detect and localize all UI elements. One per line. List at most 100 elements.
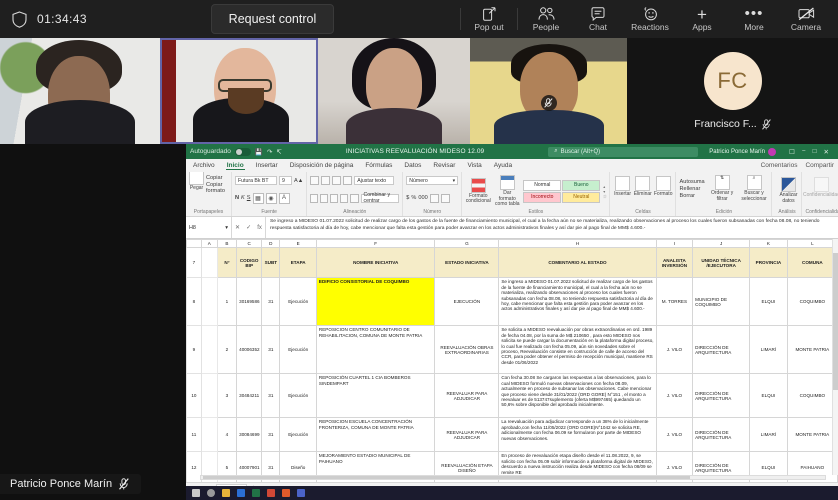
align-middle-icon[interactable] (321, 176, 330, 185)
column-header-G[interactable]: G (435, 240, 499, 248)
style-bueno[interactable]: Bueno (562, 180, 600, 191)
cell-n[interactable]: 2 (217, 326, 236, 374)
style-incorrecto[interactable]: Incorrecto (523, 192, 561, 203)
column-header-F[interactable]: F (316, 240, 435, 248)
row-header-11[interactable]: 11 (187, 418, 202, 452)
teams-taskbar-icon[interactable] (297, 489, 305, 497)
cell-analista[interactable]: M. TORRES (656, 278, 692, 326)
video-tile-participant-3[interactable] (318, 38, 470, 144)
header-analista-inversion[interactable]: ANALISTA INVERSIÓN (656, 248, 692, 278)
chat-button[interactable]: Chat (572, 0, 624, 38)
spreadsheet-grid[interactable]: A B C D E F G H I J K L 7 N° C (186, 239, 838, 482)
cell-nombre-iniciativa[interactable]: EDIFICIO CONSISTORIAL DE COQUIMBO (316, 278, 435, 326)
header-estado-iniciativa[interactable]: ESTADO INICIATIVA (435, 248, 499, 278)
cell-n[interactable]: 4 (217, 418, 236, 452)
cell-comuna[interactable]: COQUIMBO (787, 374, 837, 418)
cell-provincia[interactable]: ELQUI (750, 374, 788, 418)
fill-button[interactable]: Rellenar (679, 186, 704, 192)
align-right-icon[interactable] (330, 194, 338, 203)
comments-button[interactable]: Comentarios (761, 162, 798, 169)
column-header-L[interactable]: L (787, 240, 837, 248)
format-as-table-button[interactable]: Dar formato como tabla (494, 175, 520, 208)
cell-estado-iniciativa[interactable]: REEVALUAR PARA ADJUDICAR (435, 418, 499, 452)
chevron-down-icon[interactable]: ▾ (225, 225, 228, 231)
increase-decimal-icon[interactable] (430, 194, 439, 203)
cancel-icon[interactable]: ✕ (235, 224, 240, 231)
cell-n[interactable]: 1 (217, 278, 236, 326)
minimize-icon[interactable]: − (802, 148, 806, 156)
corner-select-all[interactable] (187, 240, 202, 248)
video-tile-participant-1[interactable] (0, 38, 160, 144)
styles-gallery-scroll[interactable]: ▴ ▾ ⛆ (603, 184, 606, 199)
insert-cells-button[interactable]: Insertar (613, 176, 631, 198)
borders-icon[interactable]: ▦ (253, 193, 264, 204)
header-comuna[interactable]: COMUNA (787, 248, 837, 278)
cell-subt[interactable]: 31 (262, 326, 280, 374)
tab-vista[interactable]: Vista (466, 162, 482, 169)
clear-button[interactable]: Borrar (679, 193, 704, 199)
cell-subt[interactable]: 31 (262, 374, 280, 418)
column-header-I[interactable]: I (656, 240, 692, 248)
tab-datos[interactable]: Datos (403, 162, 422, 169)
align-center-icon[interactable] (320, 194, 328, 203)
font-name-input[interactable]: Futura Bk BT (235, 176, 277, 185)
more-button[interactable]: ••• More (728, 0, 780, 38)
column-header-C[interactable]: C (237, 240, 262, 248)
style-normal[interactable]: Normal (523, 180, 561, 191)
analyze-data-button[interactable]: Analizar datos (775, 174, 801, 204)
close-icon[interactable]: ✕ (824, 148, 829, 156)
excel-taskbar-icon[interactable] (252, 489, 260, 497)
copy-button[interactable]: Copiar (206, 175, 228, 181)
request-control-button[interactable]: Request control (211, 4, 335, 34)
conditional-format-button[interactable]: Formato condicional (465, 178, 491, 205)
header-codigo-bip[interactable]: CODIGO BIP (237, 248, 262, 278)
align-left-icon[interactable] (310, 194, 318, 203)
cell-subt[interactable]: 31 (262, 278, 280, 326)
maximize-icon[interactable]: □ (813, 148, 817, 156)
formula-bar-content[interactable]: Se ingreso a MIDESO 01.07.2022 solicitud… (266, 217, 838, 238)
column-header-B[interactable]: B (217, 240, 236, 248)
tab-ayuda[interactable]: Ayuda (493, 162, 513, 169)
cell-provincia[interactable]: LIMARÍ (750, 418, 788, 452)
cell-comuna[interactable]: MONTE PATRIA (787, 326, 837, 374)
fill-color-icon[interactable]: ◉ (266, 193, 277, 204)
font-size-input[interactable]: 9 (279, 176, 292, 185)
increase-font-icon[interactable]: A▲ (294, 178, 303, 184)
start-icon[interactable] (192, 489, 200, 497)
percent-button[interactable]: % (411, 195, 416, 201)
header-n[interactable]: N° (217, 248, 236, 278)
vertical-scrollbar[interactable] (832, 239, 838, 475)
paste-button[interactable]: Pegar (189, 170, 204, 192)
number-format-select[interactable]: Número ▾ (406, 176, 458, 185)
align-top-icon[interactable] (310, 176, 319, 185)
tab-inicio[interactable]: Inicio (226, 162, 245, 170)
video-tile-participant-4[interactable] (470, 38, 627, 144)
cell-comentario[interactable]: La reevaluación para adjudicar correspon… (499, 418, 656, 452)
cell-A7[interactable] (201, 248, 217, 278)
people-button[interactable]: People (520, 0, 572, 38)
cell-estado-iniciativa[interactable]: REEVALUACIÓN OBRAS EXTRAORDINARIAS (435, 326, 499, 374)
video-tile-avatar-francisco[interactable]: FC Francisco F... (627, 38, 838, 144)
apps-button[interactable]: + Apps (676, 0, 728, 38)
comma-style-button[interactable]: 000 (418, 195, 427, 201)
save-icon[interactable]: 💾 (255, 148, 263, 156)
row-header-10[interactable]: 10 (187, 374, 202, 418)
cell-provincia[interactable]: LIMARÍ (750, 326, 788, 374)
cell-provincia[interactable]: ELQUI (750, 278, 788, 326)
enter-icon[interactable]: ✓ (246, 224, 251, 231)
cell-A8[interactable] (201, 278, 217, 326)
style-neutral[interactable]: Neutral (562, 192, 600, 203)
cell-nombre-iniciativa[interactable]: REPOSICIÓN CUARTEL 1 CIA BOMBEROS SINDEM… (316, 374, 435, 418)
undo-icon[interactable]: ↷ (267, 148, 272, 156)
decrease-decimal-icon[interactable] (441, 194, 450, 203)
header-subt[interactable]: SUBT (262, 248, 280, 278)
cell-unidad[interactable]: DIRECCIÓN DE ARQUITECTURA (693, 418, 750, 452)
cell-n[interactable]: 3 (217, 374, 236, 418)
tab-revisar[interactable]: Revisar (432, 162, 456, 169)
delete-cells-button[interactable]: Eliminar (634, 176, 652, 198)
reactions-button[interactable]: Reactions (624, 0, 676, 38)
cell-codigo-bip[interactable]: 30484211 (237, 374, 262, 418)
insert-function-icon[interactable]: fx (257, 225, 262, 231)
align-bottom-icon[interactable] (332, 176, 341, 185)
header-etapa[interactable]: ETAPA (280, 248, 316, 278)
